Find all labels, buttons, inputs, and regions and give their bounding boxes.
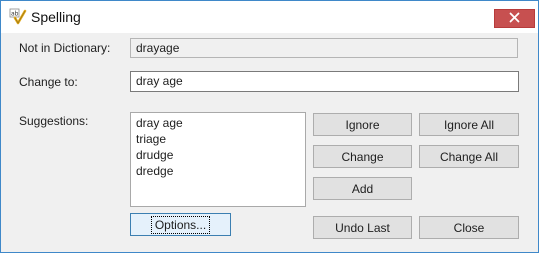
add-button[interactable]: Add — [313, 177, 412, 200]
change-button[interactable]: Change — [313, 145, 412, 168]
options-button[interactable]: Options... — [130, 213, 231, 236]
close-button[interactable]: Close — [419, 216, 519, 239]
spelling-dialog: ab Spelling Not in Dictionary: drayage C… — [0, 0, 539, 253]
change-to-input[interactable]: dray age — [130, 71, 519, 92]
spellcheck-icon: ab — [9, 8, 27, 26]
ignore-all-button[interactable]: Ignore All — [419, 113, 519, 136]
suggestions-label: Suggestions: — [19, 114, 89, 128]
title-bar[interactable]: ab Spelling — [1, 1, 538, 33]
window-close-button[interactable] — [494, 9, 535, 28]
close-icon — [509, 12, 520, 26]
list-item[interactable]: drudge — [131, 147, 305, 163]
list-item[interactable]: dray age — [131, 115, 305, 131]
not-in-dictionary-field: drayage — [130, 38, 518, 58]
list-item[interactable]: dredge — [131, 163, 305, 179]
change-all-button[interactable]: Change All — [419, 145, 519, 168]
undo-last-button[interactable]: Undo Last — [313, 216, 412, 239]
dialog-body: Not in Dictionary: drayage Change to: dr… — [1, 33, 538, 252]
suggestions-list[interactable]: dray age triage drudge dredge — [130, 112, 306, 207]
not-in-dictionary-label: Not in Dictionary: — [19, 41, 111, 55]
list-item[interactable]: triage — [131, 131, 305, 147]
window-title: Spelling — [31, 9, 81, 25]
svg-text:ab: ab — [11, 11, 19, 18]
change-to-label: Change to: — [19, 75, 78, 89]
ignore-button[interactable]: Ignore — [313, 113, 412, 136]
